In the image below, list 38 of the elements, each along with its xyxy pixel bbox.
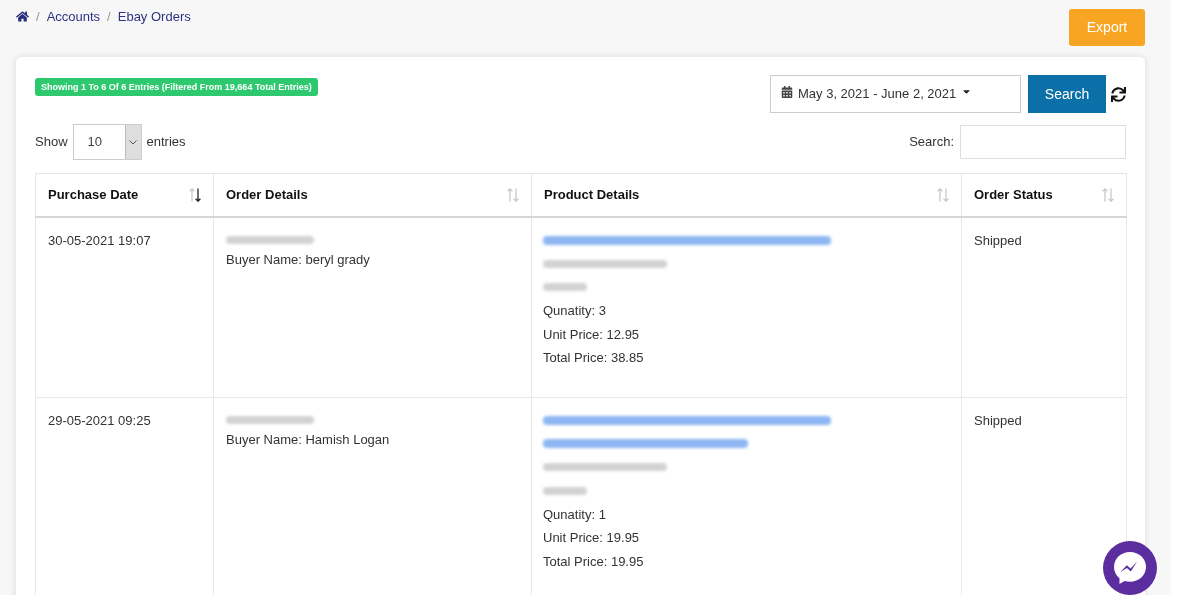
breadcrumb-link[interactable]: Accounts bbox=[46, 8, 101, 25]
chevron-down-icon bbox=[124, 125, 141, 159]
column-header[interactable]: Order Details bbox=[213, 173, 532, 217]
redacted-link[interactable] bbox=[543, 439, 748, 449]
redacted-link[interactable] bbox=[543, 235, 831, 245]
breadcrumb-separator: / bbox=[36, 8, 40, 26]
calendar-icon bbox=[781, 86, 793, 98]
product-info-text: Unit Price: 12.95 bbox=[543, 326, 640, 342]
product-info-text: Total Price: 38.85 bbox=[543, 350, 644, 365]
column-header[interactable]: Product Details bbox=[531, 173, 962, 217]
entries-label: entries bbox=[146, 133, 186, 152]
entries-select[interactable]: 10 bbox=[72, 124, 142, 160]
home-icon[interactable] bbox=[16, 10, 29, 24]
search-button[interactable]: Search bbox=[1028, 75, 1106, 113]
product-info-text: Unit Price: 19.95 bbox=[543, 530, 640, 545]
buyer-name-text: Buyer Name: beryl grady bbox=[226, 251, 370, 267]
order-status-text: Shipped bbox=[974, 412, 1022, 428]
redacted-text bbox=[543, 283, 587, 292]
product-info-text: Total Price: 19.95 bbox=[543, 553, 644, 569]
chat-icon[interactable] bbox=[1103, 541, 1157, 595]
product-info-text: Qunatity: 1 bbox=[543, 506, 606, 522]
breadcrumb-separator: / bbox=[107, 8, 111, 26]
search-field[interactable] bbox=[960, 125, 1126, 159]
column-header[interactable]: Order Status bbox=[961, 173, 1127, 217]
buyer-name-text: Buyer Name: Hamish Logan bbox=[226, 431, 390, 447]
purchase-date-text: 29-05-2021 09:25 bbox=[48, 412, 151, 428]
breadcrumb-link[interactable]: Ebay Orders bbox=[117, 8, 191, 25]
order-status-text: Shipped bbox=[974, 232, 1022, 248]
redacted-text bbox=[543, 486, 587, 495]
refresh-icon[interactable] bbox=[1111, 86, 1126, 102]
date-range-field[interactable]: May 3, 2021 - June 2, 2021 bbox=[770, 75, 1021, 113]
entries-summary-badge: Showing 1 To 6 Of 6 Entries (Filtered From 19,664 Total Entries) bbox=[35, 78, 318, 96]
product-info-text: Qunatity: 3 bbox=[543, 303, 606, 318]
redacted-link[interactable] bbox=[543, 415, 831, 425]
show-label: Show bbox=[35, 133, 68, 152]
search-label: Search: bbox=[909, 133, 954, 152]
column-header[interactable]: Purchase Date bbox=[35, 173, 214, 217]
purchase-date-text: 30-05-2021 19:07 bbox=[48, 232, 151, 248]
